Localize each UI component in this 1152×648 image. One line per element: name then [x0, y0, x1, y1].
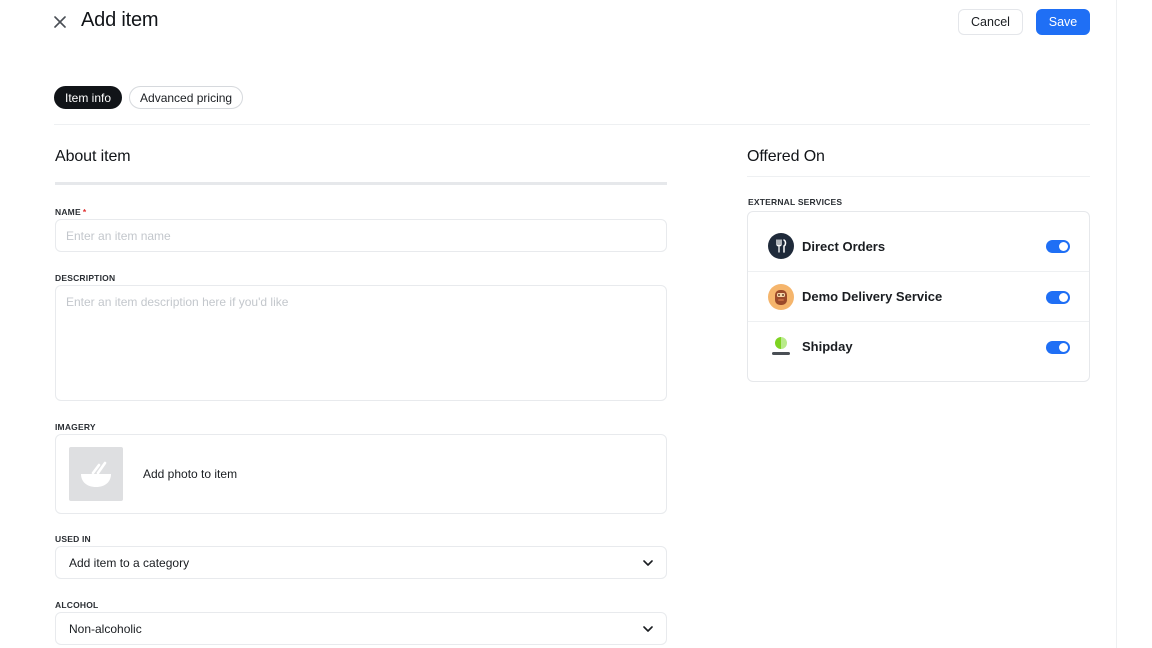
fork-knife-icon: [768, 233, 794, 259]
about-item-divider: [55, 182, 667, 185]
offered-on-divider: [747, 176, 1090, 177]
name-label-text: NAME: [55, 207, 81, 217]
tabs-divider: [54, 124, 1090, 125]
top-bar: Add item Cancel Save: [0, 0, 1152, 44]
external-services-label: EXTERNAL SERVICES: [748, 197, 843, 207]
panel-edge-divider: [1116, 0, 1117, 648]
tab-bar: Item info Advanced pricing: [54, 86, 244, 109]
name-label: NAME *: [55, 207, 86, 217]
chevron-down-icon: [643, 625, 653, 632]
direct-orders-toggle[interactable]: [1046, 240, 1070, 253]
alcohol-select[interactable]: Non-alcoholic: [55, 612, 667, 645]
tab-item-info[interactable]: Item info: [54, 86, 123, 109]
service-row-direct-orders: Direct Orders: [748, 221, 1089, 271]
service-name: Direct Orders: [802, 238, 886, 254]
category-select-value: Add item to a category: [69, 555, 190, 570]
shipday-toggle[interactable]: [1046, 341, 1070, 354]
service-row-shipday: Shipday: [748, 321, 1089, 371]
shipday-logo-icon: [768, 333, 794, 360]
service-row-demo-delivery: Demo Delivery Service: [748, 271, 1089, 321]
item-name-input[interactable]: [55, 219, 667, 252]
close-button[interactable]: [50, 11, 70, 33]
photo-placeholder: [69, 447, 123, 501]
add-photo-button[interactable]: Add photo to item: [55, 434, 667, 514]
item-description-input[interactable]: [55, 285, 667, 401]
alcohol-label: ALCOHOL: [55, 600, 99, 610]
service-name: Demo Delivery Service: [802, 289, 943, 304]
imagery-label: IMAGERY: [55, 422, 96, 432]
services-list: Direct Orders Demo Delivery Service Ship…: [747, 211, 1090, 382]
bowl-icon: [81, 461, 111, 487]
add-photo-label: Add photo to item: [143, 467, 238, 481]
mascot-icon: [768, 283, 794, 310]
service-name: Shipday: [802, 339, 853, 354]
description-label: DESCRIPTION: [55, 273, 116, 283]
save-button[interactable]: Save: [1036, 9, 1090, 35]
alcohol-select-value: Non-alcoholic: [69, 621, 142, 636]
chevron-down-icon: [643, 559, 653, 566]
tab-advanced-pricing[interactable]: Advanced pricing: [129, 86, 244, 109]
about-item-title: About item: [55, 148, 131, 165]
required-marker: *: [82, 207, 87, 217]
used-in-label: USED IN: [55, 534, 91, 544]
category-select[interactable]: Add item to a category: [55, 546, 667, 579]
page-title: Add item: [81, 9, 159, 31]
cancel-button[interactable]: Cancel: [958, 9, 1023, 35]
demo-delivery-toggle[interactable]: [1046, 291, 1070, 304]
offered-on-title: Offered On: [747, 148, 825, 165]
close-icon: [54, 16, 66, 28]
